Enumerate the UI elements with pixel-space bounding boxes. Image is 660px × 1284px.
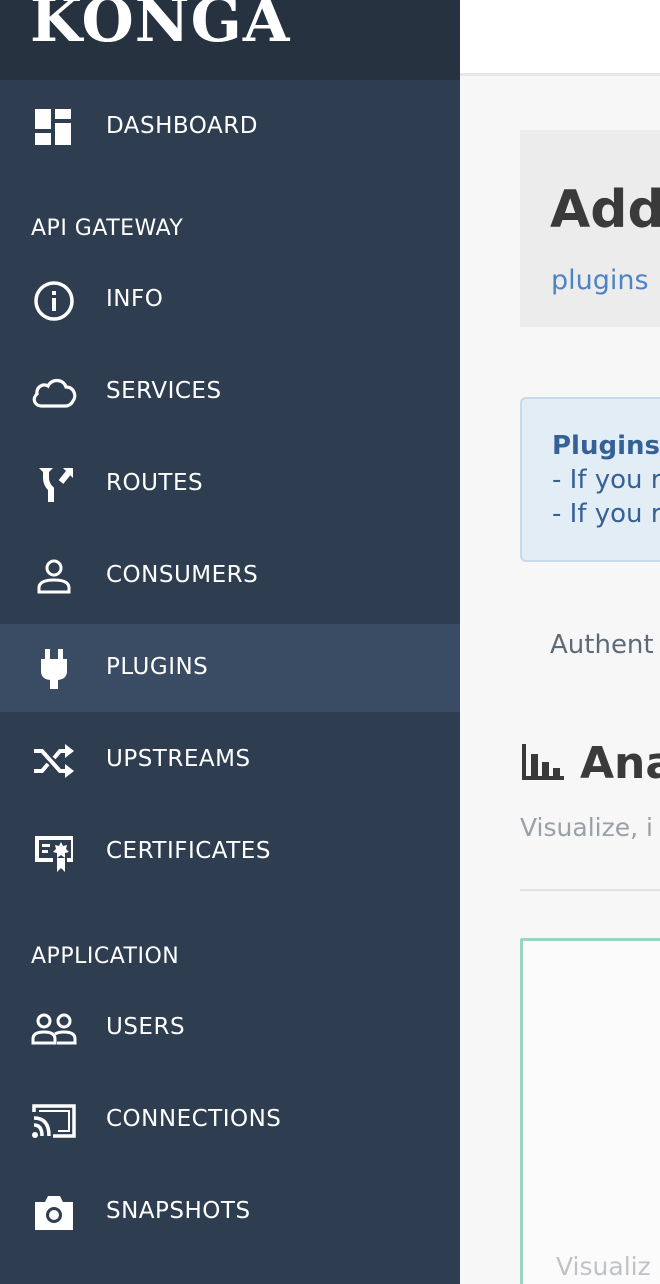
section-subtitle: Visualize, i bbox=[520, 813, 653, 842]
sidebar-item-label: CERTIFICATES bbox=[106, 838, 271, 864]
users-icon bbox=[30, 1007, 78, 1051]
info-alert: Plugins - If you r - If you r bbox=[520, 397, 660, 562]
sidebar-item-services[interactable]: SERVICES bbox=[0, 348, 460, 436]
certificate-icon bbox=[30, 831, 78, 875]
routes-icon bbox=[30, 463, 78, 507]
section-title: Ana bbox=[580, 738, 660, 789]
card-footer-text: Visualiz bbox=[556, 1252, 651, 1281]
plug-icon bbox=[30, 647, 78, 691]
alert-line: - If you r bbox=[552, 465, 660, 495]
info-icon bbox=[30, 279, 78, 323]
page-title: Add bbox=[550, 180, 660, 240]
sidebar: KONGA DASHBOARD API GATEWAY INFO SERVICE… bbox=[0, 0, 460, 1284]
sidebar-item-label: SNAPSHOTS bbox=[106, 1198, 251, 1224]
sidebar-item-label: CONSUMERS bbox=[106, 562, 259, 588]
divider bbox=[520, 889, 660, 891]
cast-icon bbox=[30, 1099, 78, 1143]
sidebar-item-users[interactable]: USERS bbox=[0, 984, 460, 1072]
sidebar-item-dashboard[interactable]: DASHBOARD bbox=[0, 83, 460, 171]
person-icon bbox=[30, 555, 78, 599]
sidebar-item-label: UPSTREAMS bbox=[106, 746, 251, 772]
sidebar-item-plugins[interactable]: PLUGINS bbox=[0, 624, 460, 712]
sidebar-item-label: CONNECTIONS bbox=[106, 1106, 282, 1132]
section-label-application: APPLICATION bbox=[31, 944, 180, 969]
sidebar-item-label: PLUGINS bbox=[106, 654, 209, 680]
alert-title: Plugins bbox=[552, 431, 660, 461]
alert-line: - If you r bbox=[552, 499, 660, 529]
sidebar-item-label: ROUTES bbox=[106, 470, 204, 496]
shuffle-icon bbox=[30, 739, 78, 783]
plugin-card[interactable] bbox=[520, 938, 660, 1284]
brand-logo[interactable]: KONGA bbox=[30, 0, 290, 56]
sidebar-item-label: DASHBOARD bbox=[106, 113, 258, 139]
section-header: Ana bbox=[520, 738, 660, 789]
brand-header: KONGA bbox=[0, 0, 460, 80]
bar-chart-icon bbox=[520, 742, 566, 786]
camera-icon bbox=[30, 1191, 78, 1235]
sidebar-item-label: INFO bbox=[106, 286, 164, 312]
top-bar bbox=[460, 0, 660, 76]
section-label-api-gateway: API GATEWAY bbox=[31, 216, 184, 241]
dashboard-icon bbox=[30, 106, 78, 150]
tab-authentication[interactable]: Authent bbox=[550, 630, 654, 660]
sidebar-item-info[interactable]: INFO bbox=[0, 256, 460, 344]
cloud-icon bbox=[30, 371, 78, 415]
sidebar-item-connections[interactable]: CONNECTIONS bbox=[0, 1076, 460, 1164]
sidebar-item-consumers[interactable]: CONSUMERS bbox=[0, 532, 460, 620]
sidebar-item-label: SERVICES bbox=[106, 378, 222, 404]
sidebar-item-routes[interactable]: ROUTES bbox=[0, 440, 460, 528]
sidebar-item-snapshots[interactable]: SNAPSHOTS bbox=[0, 1168, 460, 1256]
sidebar-item-upstreams[interactable]: UPSTREAMS bbox=[0, 716, 460, 804]
sidebar-item-label: USERS bbox=[106, 1014, 186, 1040]
breadcrumb-plugins[interactable]: plugins bbox=[551, 265, 649, 296]
sidebar-item-certificates[interactable]: CERTIFICATES bbox=[0, 808, 460, 896]
